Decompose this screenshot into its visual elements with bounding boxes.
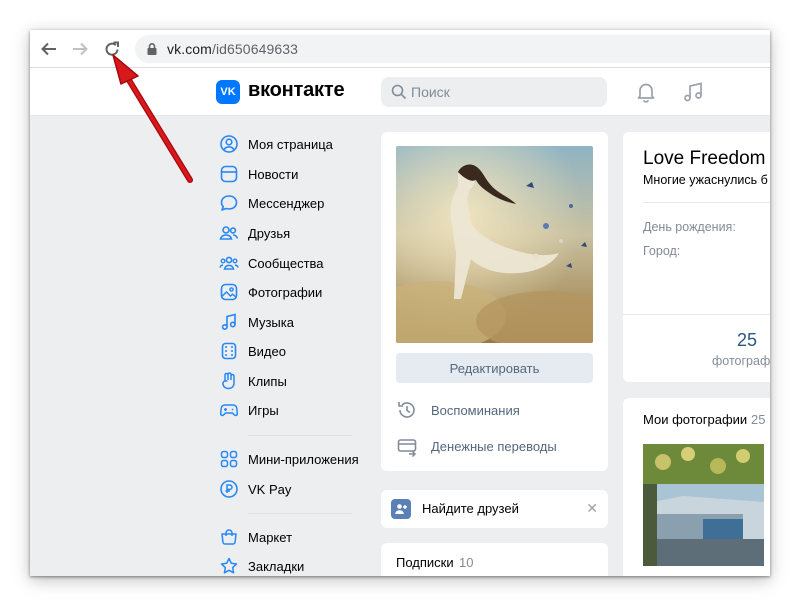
close-icon[interactable]: ✕ <box>586 500 598 517</box>
divider <box>643 202 770 203</box>
sidebar-item-music[interactable]: Музыка <box>216 309 366 335</box>
vk-brand-name[interactable]: вконтакте <box>248 79 345 102</box>
sidebar-item-label: Сообщества <box>248 255 324 271</box>
photo-icon <box>220 283 238 301</box>
profile-avatar[interactable] <box>396 146 593 343</box>
money-transfer-icon <box>397 439 417 457</box>
money-transfers-label: Денежные переводы <box>431 438 557 454</box>
sidebar-item-label: Мини-приложения <box>248 451 359 467</box>
user-circle-icon <box>220 135 238 153</box>
sidebar-item-clips[interactable]: Клипы <box>216 368 366 394</box>
photo-thumbnail[interactable] <box>643 444 764 566</box>
url-domain: vk.com <box>167 41 212 57</box>
subscriptions-label: Подписки <box>396 555 454 570</box>
my-photos-title[interactable]: Мои фотографии <box>643 412 747 427</box>
star-icon <box>220 557 238 574</box>
message-icon <box>220 195 238 211</box>
url-text: vk.com/id650649633 <box>167 41 298 57</box>
sidebar-item-my-page[interactable]: Моя страница <box>216 131 366 157</box>
music-icon <box>221 313 236 331</box>
communities-icon <box>219 256 239 270</box>
avatar-card: Редактировать Воспоминания Денежные пере… <box>381 132 608 471</box>
sidebar-item-bookmarks[interactable]: Закладки <box>216 553 366 576</box>
search-icon <box>391 84 407 100</box>
gamepad-icon <box>219 404 239 417</box>
sidebar-item-label: Новости <box>248 166 299 182</box>
sidebar-item-label: Игры <box>248 402 279 418</box>
sidebar-item-mini-apps[interactable]: Мини-приложения <box>216 446 366 472</box>
sidebar-item-news[interactable]: Новости <box>216 161 366 187</box>
sidebar-item-label: Видео <box>248 343 286 359</box>
my-photos-count: 25 <box>751 412 766 427</box>
browser-window: vk.com/id650649633 VK вконтакте Моя стра… <box>30 30 770 576</box>
bell-icon[interactable] <box>634 80 658 104</box>
avatar-photo <box>396 146 593 343</box>
sidebar-item-video[interactable]: Видео <box>216 338 366 364</box>
sidebar-item-photos[interactable]: Фотографии <box>216 279 366 305</box>
find-friends-card[interactable]: Найдите друзей ✕ <box>381 490 608 528</box>
sidebar-item-label: Мессенджер <box>248 195 325 211</box>
sidebar-item-label: Музыка <box>248 314 294 330</box>
address-bar[interactable]: vk.com/id650649633 <box>135 35 770 63</box>
sidebar-item-label: Клипы <box>248 373 287 389</box>
video-icon <box>221 342 237 360</box>
sidebar-divider <box>248 435 352 436</box>
search-input[interactable] <box>411 77 601 107</box>
mini-apps-icon <box>220 450 238 468</box>
sidebar-item-messenger[interactable]: Мессенджер <box>216 190 366 216</box>
clips-icon <box>222 372 235 390</box>
memories-label: Воспоминания <box>431 402 520 418</box>
birthday-label: День рождения: <box>643 220 736 234</box>
search-box <box>381 77 607 107</box>
subscriptions-card[interactable]: Подписки 10 <box>381 543 608 576</box>
sidebar-item-market[interactable]: Маркет <box>216 524 366 550</box>
music-note-icon[interactable] <box>681 80 705 104</box>
my-photos-card: Мои фотографии 25 <box>623 398 770 576</box>
sidebar-item-label: Моя страница <box>248 136 333 152</box>
lock-icon <box>147 43 157 55</box>
subscriptions-count: 10 <box>459 555 474 570</box>
sidebar-item-label: Закладки <box>248 558 305 574</box>
sidebar-item-communities[interactable]: Сообщества <box>216 250 366 276</box>
forward-button[interactable] <box>69 38 91 60</box>
edit-profile-button[interactable]: Редактировать <box>396 353 593 383</box>
money-transfers-link[interactable]: Денежные переводы <box>396 433 596 459</box>
vk-logo[interactable]: VK <box>216 80 240 104</box>
photo-image <box>643 444 764 566</box>
sidebar-item-label: Фотографии <box>248 284 323 300</box>
sidebar-item-label: Друзья <box>248 225 291 241</box>
memories-link[interactable]: Воспоминания <box>396 397 596 423</box>
reload-button[interactable] <box>101 38 123 60</box>
market-icon <box>221 529 237 545</box>
sidebar-item-label: VK Pay <box>248 481 292 497</box>
city-label: Город: <box>643 244 681 258</box>
profile-status[interactable]: Многие ужаснулись б <box>643 173 768 187</box>
find-friends-label: Найдите друзей <box>422 501 519 516</box>
profile-name: Love Freedom <box>643 148 766 169</box>
vk-header: VK вконтакте <box>30 68 770 116</box>
history-icon <box>398 402 415 418</box>
photos-stat-count[interactable]: 25 <box>737 330 757 351</box>
add-friend-icon <box>391 499 411 519</box>
reload-icon <box>105 41 119 56</box>
sidebar-item-vk-pay[interactable]: VK Pay <box>216 476 366 502</box>
arrow-right-icon <box>73 42 88 56</box>
back-button[interactable] <box>38 38 60 60</box>
sidebar-item-games[interactable]: Игры <box>216 397 366 423</box>
sidebar-item-friends[interactable]: Друзья <box>216 220 366 246</box>
divider <box>623 314 770 315</box>
vk-pay-icon <box>220 480 238 498</box>
browser-toolbar: vk.com/id650649633 <box>30 30 770 68</box>
photos-stat-label: фотограф <box>712 354 770 368</box>
sidebar-divider <box>248 513 352 514</box>
sidebar-item-label: Маркет <box>248 529 293 545</box>
url-path: /id650649633 <box>211 41 299 57</box>
news-icon <box>220 165 238 183</box>
profile-info-card: Love Freedom Многие ужаснулись б День ро… <box>623 132 770 382</box>
friends-icon <box>219 226 239 240</box>
arrow-left-icon <box>41 42 56 56</box>
